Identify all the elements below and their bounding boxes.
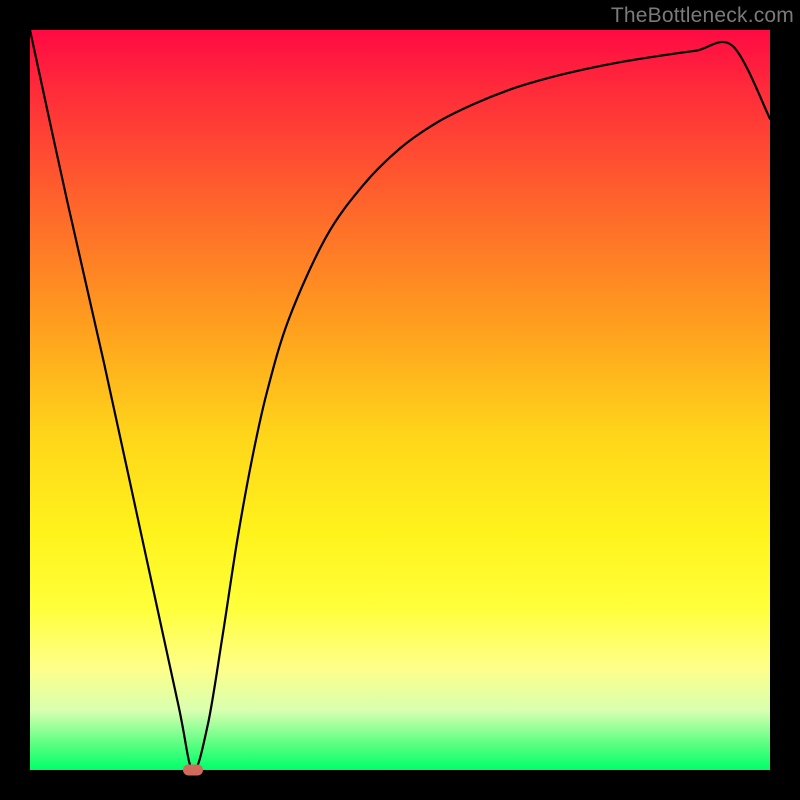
- plot-area: [30, 30, 770, 770]
- curve-svg: [30, 30, 770, 770]
- bottleneck-curve: [30, 30, 770, 770]
- watermark-text: TheBottleneck.com: [611, 4, 794, 28]
- minimum-marker: [183, 765, 203, 776]
- chart-frame: TheBottleneck.com: [0, 0, 800, 800]
